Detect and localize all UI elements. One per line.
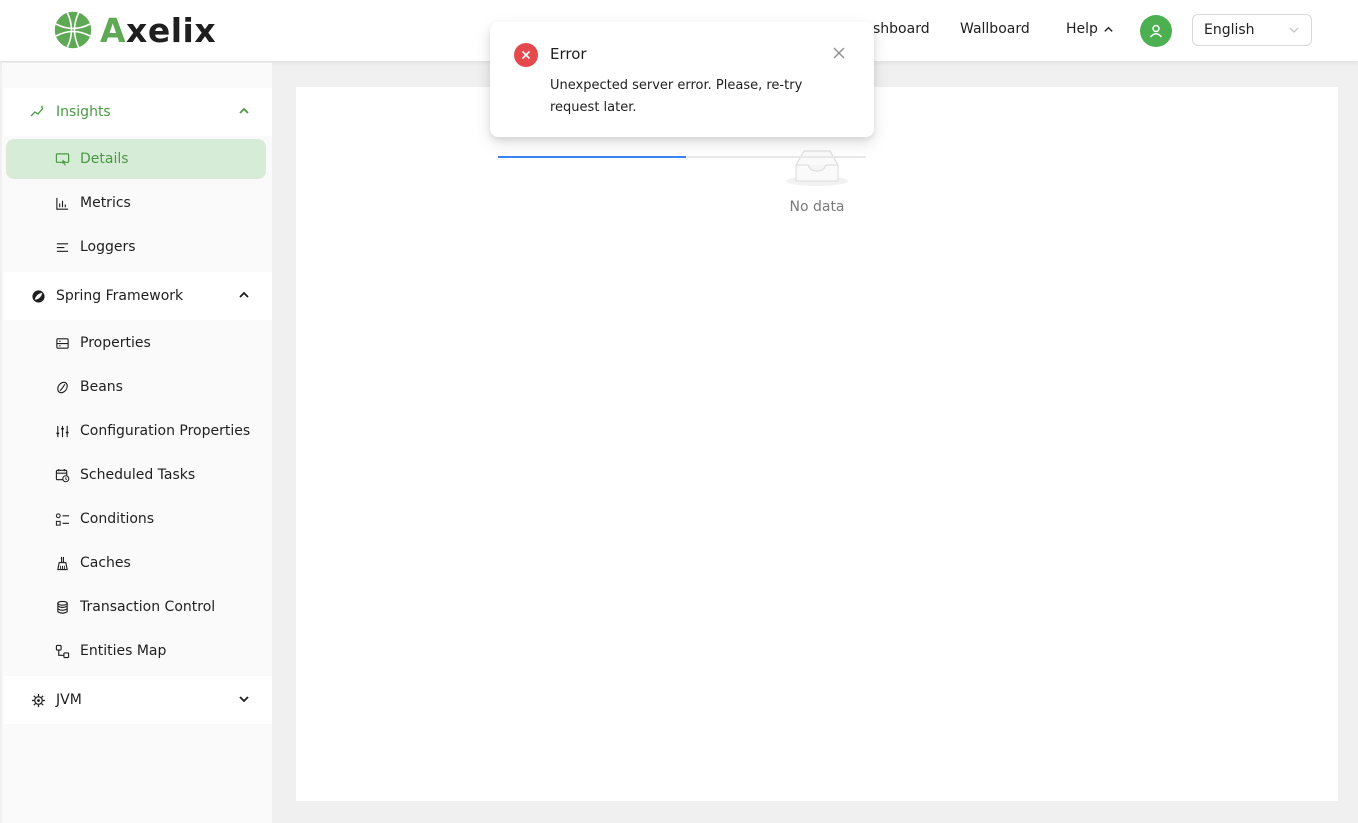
sidebar-item-label: Transaction Control bbox=[80, 599, 216, 615]
error-circle-icon bbox=[514, 43, 538, 67]
broom-icon bbox=[54, 555, 70, 571]
globe-logo-icon bbox=[53, 10, 93, 50]
sidebar-item-metrics[interactable]: Metrics bbox=[6, 183, 266, 223]
sidebar-section-jvm[interactable]: JVM bbox=[4, 676, 272, 724]
lines-icon bbox=[54, 239, 70, 255]
sidebar-item-label: Properties bbox=[80, 335, 151, 351]
chevron-down-icon bbox=[239, 696, 249, 703]
sidebar-item-configuration-properties[interactable]: Configuration Properties bbox=[6, 411, 266, 451]
nav-help[interactable]: Help bbox=[1066, 21, 1114, 37]
sidebar-section-insights[interactable]: Insights bbox=[4, 88, 272, 136]
sidebar-item-entities-map[interactable]: Entities Map bbox=[6, 631, 266, 671]
empty-state-text: No data bbox=[789, 199, 845, 215]
sidebar-item-caches[interactable]: Caches bbox=[6, 543, 266, 583]
sidebar-item-label: Metrics bbox=[80, 195, 131, 211]
checklist-icon bbox=[54, 511, 70, 527]
nav-dashboard[interactable]: shboard bbox=[873, 21, 930, 37]
monitor-cursor-icon bbox=[54, 151, 70, 167]
notification-title: Error bbox=[550, 45, 587, 63]
sidebar-item-label: Caches bbox=[80, 555, 131, 571]
sidebar-item-label: Conditions bbox=[80, 511, 155, 527]
sidebar-item-label: Scheduled Tasks bbox=[80, 467, 196, 483]
chevron-up-icon bbox=[239, 291, 249, 298]
user-avatar[interactable] bbox=[1140, 15, 1172, 47]
empty-inbox-icon bbox=[786, 150, 848, 186]
sidebar-item-beans[interactable]: Beans bbox=[6, 367, 266, 407]
database-icon bbox=[54, 599, 70, 615]
error-notification: Error Unexpected server error. Please, r… bbox=[490, 22, 874, 158]
sidebar-item-label: Entities Map bbox=[80, 643, 167, 659]
sidebar-item-label: Configuration Properties bbox=[80, 423, 251, 439]
main-content-panel: No data bbox=[296, 87, 1338, 801]
sidebar-item-scheduled-tasks[interactable]: Scheduled Tasks bbox=[6, 455, 266, 495]
calendar-clock-icon bbox=[54, 467, 70, 483]
sidebar-section-label: JVM bbox=[56, 692, 82, 708]
sliders-icon bbox=[54, 423, 70, 439]
user-icon bbox=[1149, 24, 1163, 38]
sidebar: Insights Details Metrics Loggers Spring … bbox=[2, 63, 272, 823]
entities-link-icon bbox=[54, 643, 70, 659]
bean-icon bbox=[54, 379, 70, 395]
notification-progress-bar bbox=[498, 156, 686, 158]
sidebar-item-transaction-control[interactable]: Transaction Control bbox=[6, 587, 266, 627]
sidebar-section-label: Spring Framework bbox=[56, 288, 184, 304]
server-list-icon bbox=[54, 335, 70, 351]
chevron-up-icon bbox=[1104, 26, 1113, 32]
sidebar-item-label: Beans bbox=[80, 379, 123, 395]
nav-wallboard[interactable]: Wallboard bbox=[960, 21, 1030, 37]
sidebar-section-label: Insights bbox=[56, 104, 111, 120]
app-name: Axelix bbox=[100, 10, 217, 50]
sidebar-section-spring-framework[interactable]: Spring Framework bbox=[4, 272, 272, 320]
chevron-up-icon bbox=[239, 107, 249, 114]
language-select[interactable]: English bbox=[1192, 14, 1312, 46]
sidebar-item-loggers[interactable]: Loggers bbox=[6, 227, 266, 267]
chevron-down-icon bbox=[1289, 27, 1299, 33]
notification-progress-track bbox=[498, 156, 866, 158]
empty-state: No data bbox=[784, 143, 850, 215]
bar-chart-icon bbox=[54, 195, 70, 211]
sidebar-item-properties[interactable]: Properties bbox=[6, 323, 266, 363]
sidebar-item-label: Loggers bbox=[80, 239, 136, 255]
sparkle-chart-icon bbox=[30, 104, 46, 120]
language-selected-value: English bbox=[1204, 22, 1255, 38]
spring-leaf-icon bbox=[30, 288, 46, 304]
sidebar-item-conditions[interactable]: Conditions bbox=[6, 499, 266, 539]
app-logo[interactable]: Axelix bbox=[52, 9, 216, 51]
notification-message: Unexpected server error. Please, re-try … bbox=[550, 78, 803, 115]
sidebar-item-details[interactable]: Details bbox=[6, 139, 266, 179]
gear-icon bbox=[30, 692, 46, 708]
sidebar-item-label: Details bbox=[80, 151, 129, 167]
nav-help-label: Help bbox=[1066, 21, 1098, 37]
close-icon[interactable] bbox=[832, 46, 846, 60]
